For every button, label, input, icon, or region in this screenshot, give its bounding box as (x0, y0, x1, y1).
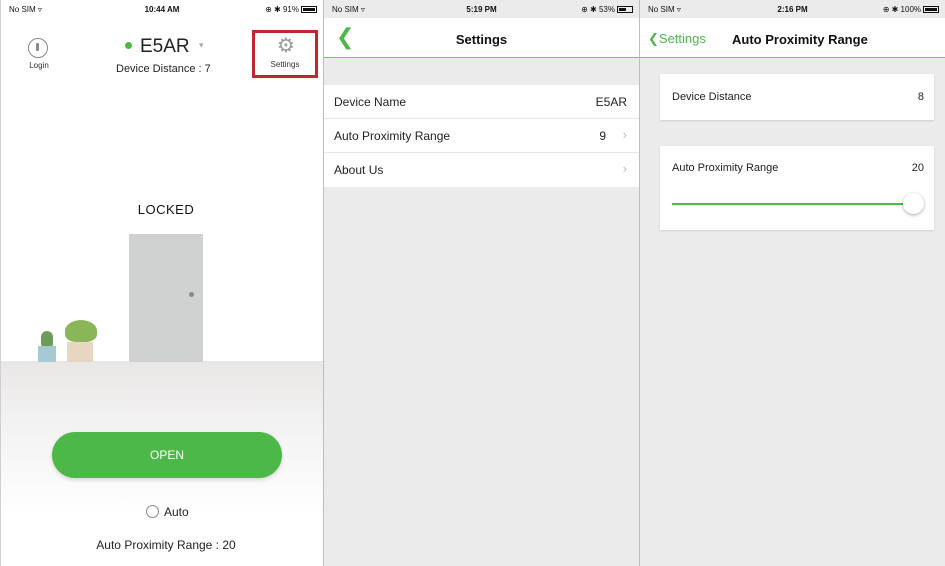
cactus-pot (38, 346, 56, 362)
device-distance-card: Device Distance 8 (660, 74, 934, 120)
proximity-range-label: Auto Proximity Range (672, 162, 779, 174)
battery-icon (617, 6, 633, 13)
status-right: ⊕ ✱ 100% (883, 5, 939, 14)
login-label[interactable]: Login (21, 61, 57, 70)
lock-state: LOCKED (137, 202, 195, 217)
settings-row-about[interactable]: About Us › (324, 153, 639, 187)
page-title: Auto Proximity Range (732, 32, 868, 47)
device-dropdown-icon[interactable]: ▾ (199, 40, 204, 51)
device-name[interactable]: E5AR (140, 36, 190, 58)
login-icon[interactable] (28, 38, 48, 58)
battery-percent: ⊕ ✱ 91% (265, 5, 299, 14)
auto-radio[interactable] (146, 505, 159, 518)
status-bar: No SIM ▿ 5:19 PM ⊕ ✱ 53% (324, 0, 639, 18)
status-right: ⊕ ✱ 91% (265, 5, 317, 14)
proximity-slider-thumb[interactable] (903, 193, 924, 214)
home-screen: No SIM ▿ 10:44 AM ⊕ ✱ 91% Login E5AR ▾ D… (0, 0, 324, 566)
proximity-range-text: Auto Proximity Range : 20 (96, 538, 236, 552)
device-distance-label: Device Distance (672, 91, 752, 103)
status-bar: No SIM ▿ 2:16 PM ⊕ ✱ 100% (640, 0, 945, 18)
nav-bar: ❮ Settings (324, 18, 639, 58)
cactus-illustration (41, 331, 53, 347)
back-button[interactable]: ❮Settings (648, 31, 706, 47)
door-knob (189, 292, 194, 297)
settings-row-device-name[interactable]: Device Name E5AR (324, 85, 639, 119)
row-value: E5AR (595, 95, 627, 109)
device-distance-value: 8 (917, 91, 924, 103)
door-illustration (129, 234, 203, 362)
status-right: ⊕ ✱ 53% (581, 5, 633, 14)
chevron-right-icon: › (622, 127, 627, 142)
row-label: Auto Proximity Range (334, 129, 451, 143)
proximity-screen: No SIM ▿ 2:16 PM ⊕ ✱ 100% ❮Settings Auto… (640, 0, 945, 566)
proximity-range-value: 20 (911, 162, 924, 174)
chevron-right-icon: › (622, 161, 627, 176)
proximity-slider-track[interactable] (672, 203, 912, 205)
battery-icon (923, 6, 939, 13)
back-label: Settings (658, 31, 706, 46)
plant-illustration (65, 320, 97, 342)
gear-icon[interactable]: ⚙ (277, 36, 295, 56)
settings-screen: No SIM ▿ 5:19 PM ⊕ ✱ 53% ❮ Settings Devi… (324, 0, 640, 566)
nav-bar: ❮Settings Auto Proximity Range (640, 18, 945, 58)
battery-percent: ⊕ ✱ 53% (581, 5, 615, 14)
settings-button[interactable]: Settings (257, 60, 313, 69)
settings-row-proximity[interactable]: Auto Proximity Range 9 › (324, 119, 639, 153)
settings-list: Device Name E5AR Auto Proximity Range 9 … (324, 85, 639, 187)
battery-percent: ⊕ ✱ 100% (882, 5, 921, 14)
back-chevron-icon: ❮ (648, 31, 659, 46)
row-label: About Us (334, 163, 384, 177)
battery-icon (301, 6, 317, 13)
page-title: Settings (455, 32, 508, 47)
open-button[interactable]: OPEN (52, 432, 282, 478)
row-label: Device Name (334, 95, 407, 109)
plant-pot (67, 342, 93, 362)
auto-label[interactable]: Auto (164, 505, 189, 519)
connection-status-dot (125, 42, 132, 49)
status-bar: No SIM ▿ 10:44 AM ⊕ ✱ 91% (1, 0, 323, 18)
device-distance: Device Distance : 7 (116, 63, 211, 75)
proximity-range-card: Auto Proximity Range 20 (660, 146, 934, 230)
row-value: 9 (599, 129, 606, 143)
